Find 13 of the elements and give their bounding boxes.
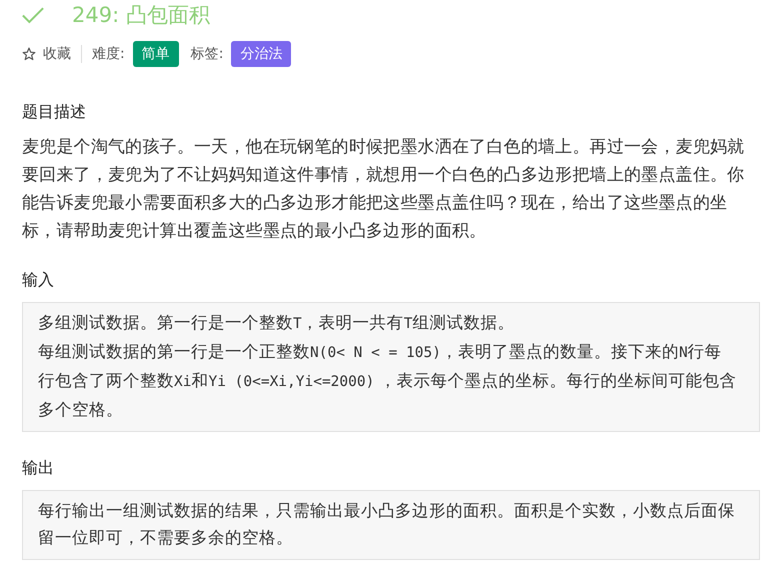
favorite-link[interactable]: 收藏 (22, 45, 71, 63)
tags-label: 标签: (190, 45, 224, 63)
paragraph: 麦兜是个淘气的孩子。一天，他在玩钢笔的时候把墨水洒在了白色的墙上。再过一会，麦兜妈就要回来了，麦兜为了不让妈妈知道这件事情，就想用一个白色的凸多边形把墙上的墨点盖住。你能告诉麦兜最小需要面积多大的凸多边形才能把这些墨点盖住吗？现在，给出了这些墨点的坐标，请帮助麦兜计算出覆盖这些墨点的最小凸多边形的面积。 (22, 135, 746, 242)
problem-title: 249: 凸包面积 (72, 2, 210, 29)
paragraph: 每组测试数据的第一行是一个正整数N(0< N < = 105)，表明了墨点的数量。接下来的N行每行包含了两个整数Xi和Yi (0<=Xi,Yi<=2000) ，表示每个墨点的坐标。每行的坐标间可能包含多个空格。 (38, 341, 737, 421)
section-heading: 输入 (22, 270, 55, 291)
section-heading: 输出 (22, 458, 55, 479)
difficulty-label: 难度: (92, 45, 125, 63)
paragraph: 多组测试数据。第一行是一个整数T，表明一共有T组测试数据。 (38, 312, 516, 334)
section-heading: 题目描述 (22, 102, 87, 123)
difficulty-badge: 简单 (132, 41, 179, 67)
tag-badge[interactable]: 分治法 (231, 41, 292, 67)
paragraph: 每行输出一组测试数据的结果，只需输出最小凸多边形的面积。面积是个实数，小数点后面保留一位即可，不需要多余的空格。 (38, 500, 736, 549)
